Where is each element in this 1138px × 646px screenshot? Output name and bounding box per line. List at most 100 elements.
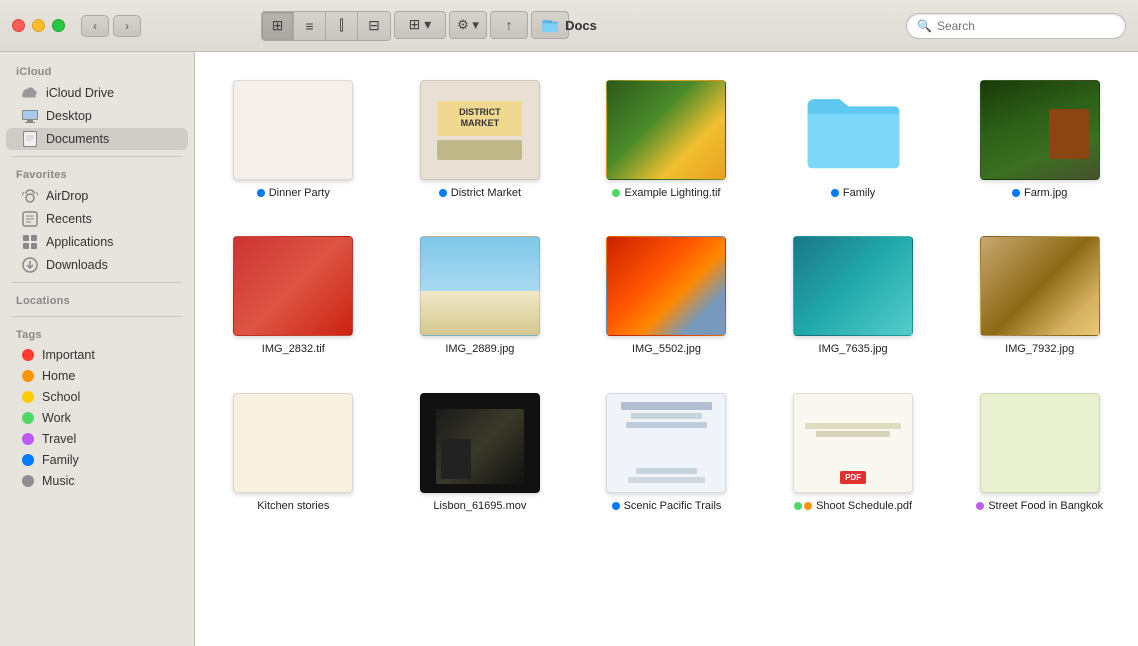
file-dot-scenic <box>612 502 620 510</box>
file-item-lisbon[interactable]: Lisbon_61695.mov <box>392 385 569 521</box>
share-button[interactable]: ↑ <box>490 11 528 39</box>
grid-view-button[interactable]: ⊞ <box>262 12 294 40</box>
icloud-drive-icon <box>22 85 38 101</box>
sidebar-item-downloads[interactable]: Downloads <box>6 254 188 276</box>
desktop-icon <box>22 108 38 124</box>
important-dot <box>22 349 34 361</box>
file-item-dinner-party[interactable]: Dinner Party <box>205 72 382 208</box>
recents-label: Recents <box>46 212 92 226</box>
sidebar-item-documents[interactable]: Documents <box>6 128 188 150</box>
work-dot <box>22 412 34 424</box>
minimize-button[interactable] <box>32 19 45 32</box>
file-name-shoot-schedule: Shoot Schedule.pdf <box>816 499 912 513</box>
file-dot-street-food <box>976 502 984 510</box>
file-name-row-scenic: Scenic Pacific Trails <box>612 499 722 513</box>
sidebar-item-important[interactable]: Important <box>6 345 188 365</box>
divider-2 <box>12 282 182 283</box>
file-dot-example-lighting <box>612 189 620 197</box>
file-name-example-lighting: Example Lighting.tif <box>624 186 720 200</box>
file-item-example-lighting[interactable]: Example Lighting.tif <box>578 72 755 208</box>
divider-3 <box>12 316 182 317</box>
sidebar-item-music[interactable]: Music <box>6 471 188 491</box>
back-button[interactable]: ‹ <box>81 15 109 37</box>
file-name-lisbon: Lisbon_61695.mov <box>433 499 526 513</box>
documents-label: Documents <box>46 132 109 146</box>
file-thumb-farm <box>980 80 1100 180</box>
desktop-label: Desktop <box>46 109 92 123</box>
group-by-button[interactable]: ⊞ ▾ <box>394 11 446 39</box>
sidebar-item-travel[interactable]: Travel <box>6 429 188 449</box>
file-item-img2832[interactable]: IMG_2832.tif <box>205 228 382 364</box>
file-item-farm[interactable]: Farm.jpg <box>951 72 1128 208</box>
maximize-button[interactable] <box>52 19 65 32</box>
travel-dot <box>22 433 34 445</box>
search-input[interactable] <box>937 19 1115 33</box>
sidebar-item-family-tag[interactable]: Family <box>6 450 188 470</box>
file-name-row-example-lighting: Example Lighting.tif <box>612 186 720 200</box>
file-thumb-img7932 <box>980 236 1100 336</box>
downloads-icon <box>22 257 38 273</box>
column-view-button[interactable]: ⫿ <box>326 12 358 40</box>
sidebar-item-icloud-drive[interactable]: iCloud Drive <box>6 82 188 104</box>
file-name-row-img5502: IMG_5502.jpg <box>632 342 701 356</box>
file-grid: Dinner Party DISTRICTMARKET District Mar… <box>205 72 1128 521</box>
file-name-row-img7932: IMG_7932.jpg <box>1005 342 1074 356</box>
sidebar-item-desktop[interactable]: Desktop <box>6 105 188 127</box>
documents-icon <box>22 131 38 147</box>
file-dot-shoot-schedule-orange <box>804 502 812 510</box>
file-item-district-market[interactable]: DISTRICTMARKET District Market <box>392 72 569 208</box>
file-item-family-folder[interactable]: Family <box>765 72 942 208</box>
file-thumb-district-market: DISTRICTMARKET <box>420 80 540 180</box>
file-name-scenic: Scenic Pacific Trails <box>624 499 722 513</box>
forward-button[interactable]: › <box>113 15 141 37</box>
sidebar-item-work[interactable]: Work <box>6 408 188 428</box>
music-dot <box>22 475 34 487</box>
file-name-family-folder: Family <box>843 186 875 200</box>
file-item-kitchen-stories[interactable]: Kitchen stories <box>205 385 382 521</box>
file-name-row-street-food: Street Food in Bangkok <box>976 499 1103 513</box>
sidebar-item-applications[interactable]: Applications <box>6 231 188 253</box>
home-label: Home <box>42 369 75 383</box>
file-item-street-food[interactable]: Street Food in Bangkok <box>951 385 1128 521</box>
list-view-button[interactable]: ≡ <box>294 12 326 40</box>
gallery-view-button[interactable]: ⊟ <box>358 12 390 40</box>
file-thumb-img7635 <box>793 236 913 336</box>
action-button[interactable]: ⚙ ▾ <box>449 11 487 39</box>
sidebar-item-airdrop[interactable]: AirDrop <box>6 185 188 207</box>
icloud-drive-label: iCloud Drive <box>46 86 114 100</box>
file-name-street-food: Street Food in Bangkok <box>988 499 1103 513</box>
file-name-dinner-party: Dinner Party <box>269 186 330 200</box>
sidebar: iCloud iCloud Drive Desktop Documents Fa… <box>0 52 195 646</box>
file-item-img5502[interactable]: IMG_5502.jpg <box>578 228 755 364</box>
file-dot-district-market <box>439 189 447 197</box>
sidebar-item-home[interactable]: Home <box>6 366 188 386</box>
school-label: School <box>42 390 80 404</box>
file-thumb-shoot-schedule: PDF <box>793 393 913 493</box>
file-item-img7635[interactable]: IMG_7635.jpg <box>765 228 942 364</box>
close-button[interactable] <box>12 19 25 32</box>
file-name-kitchen-stories: Kitchen stories <box>257 499 329 513</box>
search-icon: 🔍 <box>917 19 932 33</box>
file-thumb-img5502 <box>606 236 726 336</box>
file-thumb-lisbon <box>420 393 540 493</box>
important-label: Important <box>42 348 95 362</box>
file-item-img2889[interactable]: IMG_2889.jpg <box>392 228 569 364</box>
file-name-img2832: IMG_2832.tif <box>262 342 325 356</box>
file-item-shoot-schedule[interactable]: PDF Shoot Schedule.pdf <box>765 385 942 521</box>
search-box[interactable]: 🔍 <box>906 13 1126 39</box>
file-item-scenic[interactable]: Scenic Pacific Trails <box>578 385 755 521</box>
icloud-section-title: iCloud <box>0 60 194 81</box>
file-item-img7932[interactable]: IMG_7932.jpg <box>951 228 1128 364</box>
sidebar-item-school[interactable]: School <box>6 387 188 407</box>
divider-1 <box>12 156 182 157</box>
file-name-img7635: IMG_7635.jpg <box>819 342 888 356</box>
file-name-row-img2832: IMG_2832.tif <box>262 342 325 356</box>
file-name-row-dinner-party: Dinner Party <box>257 186 330 200</box>
downloads-label: Downloads <box>46 258 108 272</box>
applications-label: Applications <box>46 235 113 249</box>
music-label: Music <box>42 474 75 488</box>
sidebar-item-recents[interactable]: Recents <box>6 208 188 230</box>
airdrop-icon <box>22 188 38 204</box>
file-thumb-example-lighting <box>606 80 726 180</box>
toolbar-right: 🔍 <box>906 13 1126 39</box>
